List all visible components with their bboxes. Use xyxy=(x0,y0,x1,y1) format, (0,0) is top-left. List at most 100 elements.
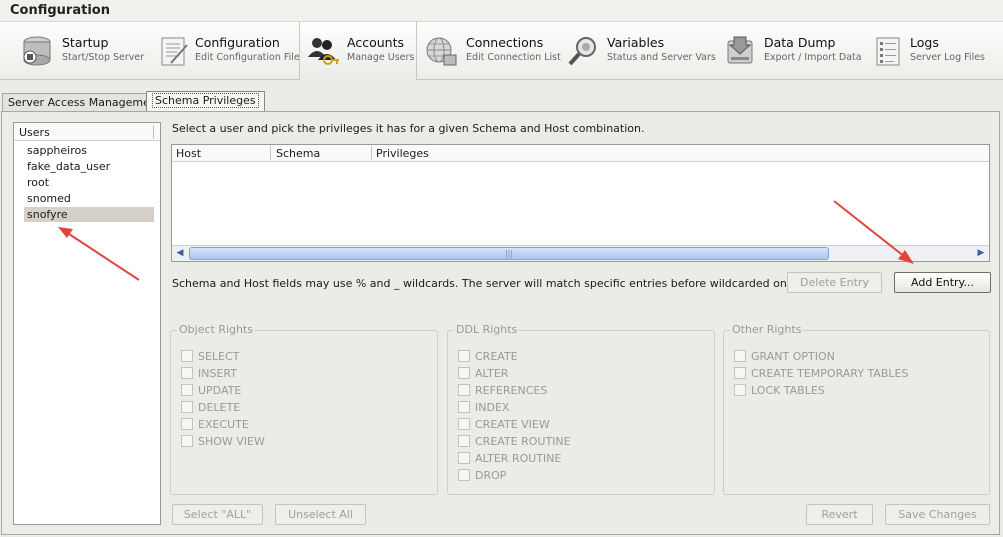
scroll-thumb[interactable]: ||| xyxy=(189,247,829,260)
privilege-update[interactable]: UPDATE xyxy=(181,384,241,398)
privileges-table[interactable]: Host Schema Privileges ◀ ||| ▶ xyxy=(171,144,990,262)
privilege-label: DELETE xyxy=(198,401,241,414)
toolbar-label: Startup xyxy=(62,35,109,50)
checkbox[interactable] xyxy=(458,435,470,447)
revert-button[interactable]: Revert xyxy=(806,504,873,525)
column-header-privileges[interactable]: Privileges xyxy=(376,147,429,160)
toolbar-sublabel: Start/Stop Server xyxy=(62,52,145,63)
user-item[interactable]: root xyxy=(24,175,154,190)
toolbar-sublabel: Status and Server Vars xyxy=(607,52,716,63)
privilege-label: CREATE TEMPORARY TABLES xyxy=(751,367,909,380)
privilege-references[interactable]: REFERENCES xyxy=(458,384,547,398)
checkbox[interactable] xyxy=(458,469,470,481)
privilege-label: EXECUTE xyxy=(198,418,249,431)
checkbox[interactable] xyxy=(181,418,193,430)
checkbox[interactable] xyxy=(181,350,193,362)
checkbox[interactable] xyxy=(458,384,470,396)
server-startup-icon xyxy=(23,36,51,66)
checkbox[interactable] xyxy=(181,401,193,413)
tab-label: Schema Privileges xyxy=(152,93,259,108)
column-header-schema[interactable]: Schema xyxy=(276,147,320,160)
unselect-all-button[interactable]: Unselect All xyxy=(275,504,366,525)
toolbar-variables[interactable]: Variables Status and Server Vars xyxy=(567,22,716,80)
group-title: DDL Rights xyxy=(454,323,520,336)
users-header-label: Users xyxy=(19,126,50,139)
privilege-grant-option[interactable]: GRANT OPTION xyxy=(734,350,835,364)
horizontal-scrollbar[interactable]: ◀ ||| ▶ xyxy=(172,245,989,261)
toolbar-connections[interactable]: Connections Edit Connection List xyxy=(424,22,561,80)
drive-data-dump-icon xyxy=(727,36,753,64)
checkbox[interactable] xyxy=(181,384,193,396)
privilege-label: UPDATE xyxy=(198,384,242,397)
checkbox[interactable] xyxy=(734,384,746,396)
tab-schema-privileges[interactable]: Schema Privileges xyxy=(146,91,265,111)
subtab-bar: Server Access Management Schema Privileg… xyxy=(0,89,1003,111)
select-all-button[interactable]: Select "ALL" xyxy=(172,504,263,525)
add-entry-button[interactable]: Add Entry... xyxy=(894,272,991,293)
privilege-alter[interactable]: ALTER xyxy=(458,367,508,381)
users-list[interactable]: Users sappheiros fake_data_user root sno… xyxy=(13,122,161,525)
scroll-left-icon[interactable]: ◀ xyxy=(173,247,187,260)
privilege-alter-routine[interactable]: ALTER ROUTINE xyxy=(458,452,561,466)
privilege-create-temporary-tables[interactable]: CREATE TEMPORARY TABLES xyxy=(734,367,908,381)
user-item[interactable]: fake_data_user xyxy=(24,159,154,174)
privilege-delete[interactable]: DELETE xyxy=(181,401,240,415)
privilege-execute[interactable]: EXECUTE xyxy=(181,418,249,432)
checkbox[interactable] xyxy=(181,435,193,447)
toolbar-sublabel: Edit Configuration File xyxy=(195,52,300,63)
column-header-host[interactable]: Host xyxy=(176,147,201,160)
config-file-icon xyxy=(161,37,188,66)
delete-entry-button[interactable]: Delete Entry xyxy=(787,272,882,293)
toolbar-logs[interactable]: Logs Server Log Files xyxy=(872,22,992,80)
checkbox[interactable] xyxy=(458,350,470,362)
wildcard-note: Schema and Host fields may use % and _ w… xyxy=(172,277,803,290)
scroll-right-icon[interactable]: ▶ xyxy=(974,247,988,260)
toolbar-accounts[interactable]: Accounts Manage Users xyxy=(299,22,417,80)
window-title: Configuration xyxy=(10,3,110,18)
column-divider xyxy=(371,146,372,160)
checkbox[interactable] xyxy=(458,418,470,430)
privilege-label: DROP xyxy=(475,469,507,482)
checkbox[interactable] xyxy=(458,401,470,413)
group-title: Object Rights xyxy=(177,323,256,336)
checkbox[interactable] xyxy=(181,367,193,379)
privilege-drop[interactable]: DROP xyxy=(458,469,506,483)
toolbar-sublabel: Server Log Files xyxy=(910,52,986,63)
privilege-show-view[interactable]: SHOW VIEW xyxy=(181,435,265,449)
privilege-create[interactable]: CREATE xyxy=(458,350,518,364)
table-header: Host Schema Privileges xyxy=(172,145,989,162)
checkbox[interactable] xyxy=(458,367,470,379)
checkbox[interactable] xyxy=(458,452,470,464)
tab-server-access-management[interactable]: Server Access Management xyxy=(2,93,168,111)
toolbar-label: Connections xyxy=(466,35,544,50)
privilege-label: SELECT xyxy=(198,350,240,363)
toolbar-data-dump[interactable]: Data Dump Export / Import Data xyxy=(724,22,862,80)
user-item[interactable]: snomed xyxy=(24,191,154,206)
tab-label: Server Access Management xyxy=(8,96,162,109)
magnifier-variables-icon xyxy=(568,37,596,66)
privilege-lock-tables[interactable]: LOCK TABLES xyxy=(734,384,825,398)
privilege-select[interactable]: SELECT xyxy=(181,350,239,364)
checkbox[interactable] xyxy=(734,367,746,379)
privilege-label: CREATE ROUTINE xyxy=(475,435,571,448)
toolbar-label: Configuration xyxy=(195,35,280,50)
save-changes-button[interactable]: Save Changes xyxy=(885,504,990,525)
privilege-create-view[interactable]: CREATE VIEW xyxy=(458,418,550,432)
user-item-selected[interactable]: snofyre xyxy=(24,207,154,222)
toolbar-startup[interactable]: Startup Start/Stop Server xyxy=(20,22,145,80)
privilege-create-routine[interactable]: CREATE ROUTINE xyxy=(458,435,571,449)
instruction-text: Select a user and pick the privileges it… xyxy=(172,122,645,135)
privilege-label: INDEX xyxy=(475,401,510,414)
privilege-label: INSERT xyxy=(198,367,237,380)
toolbar-configuration[interactable]: Configuration Edit Configuration File xyxy=(157,22,300,80)
globe-connections-icon xyxy=(426,37,457,66)
checkbox[interactable] xyxy=(734,350,746,362)
privilege-label: SHOW VIEW xyxy=(198,435,265,448)
object-rights-group: Object Rights SELECT INSERT UPDATE DELET… xyxy=(170,323,438,495)
privilege-insert[interactable]: INSERT xyxy=(181,367,237,381)
group-title: Other Rights xyxy=(730,323,804,336)
toolbar-label: Accounts xyxy=(347,35,404,50)
column-divider xyxy=(270,146,271,160)
privilege-index[interactable]: INDEX xyxy=(458,401,509,415)
user-item[interactable]: sappheiros xyxy=(24,143,154,158)
